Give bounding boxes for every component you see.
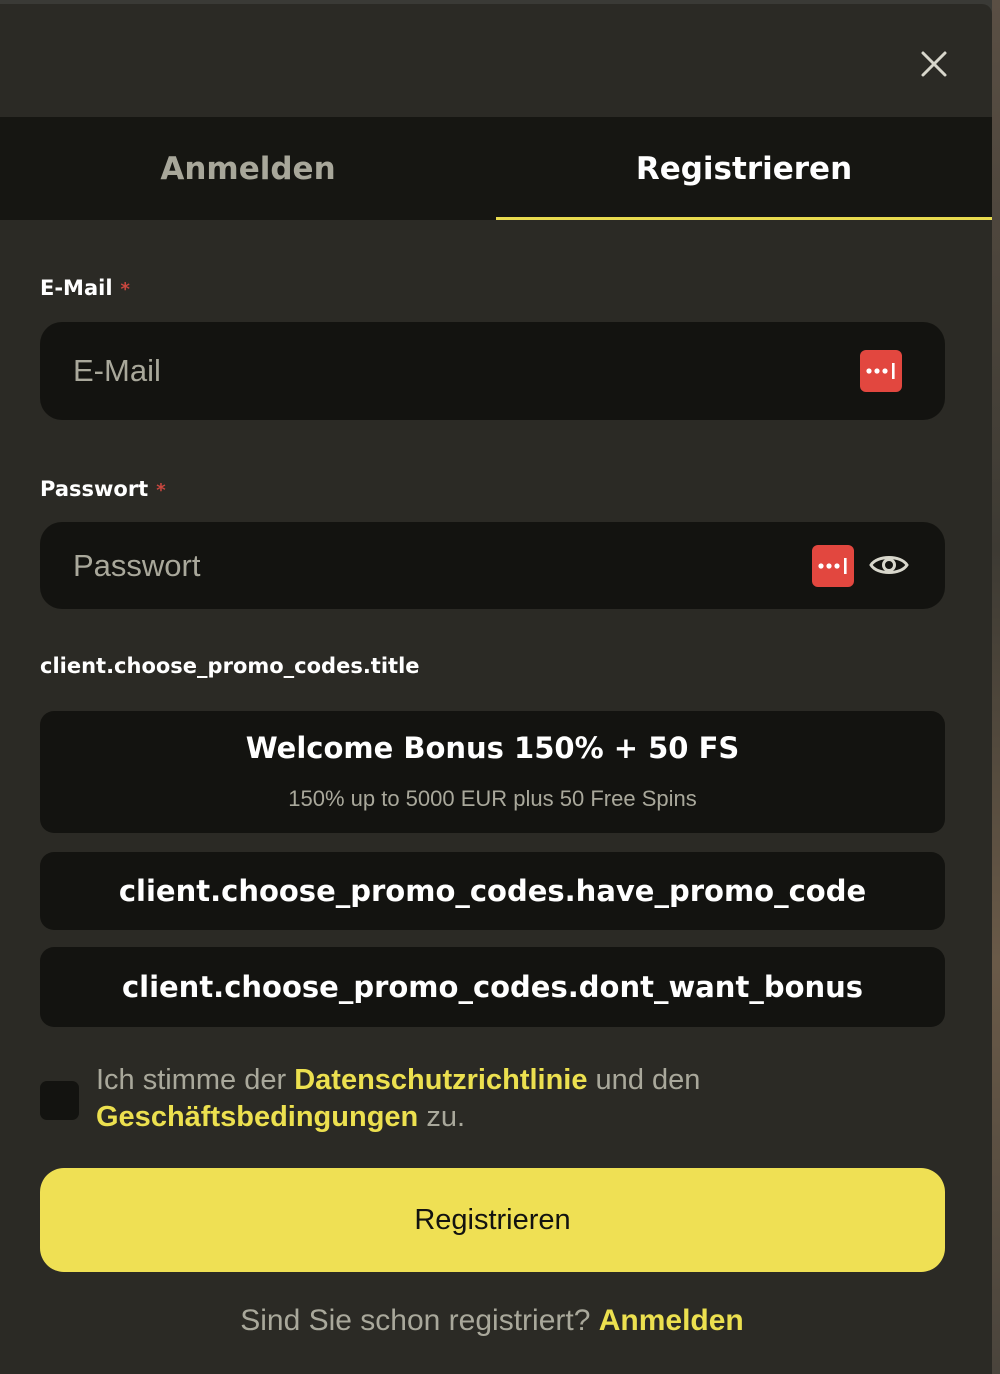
promo-option-subtitle: 150% up to 5000 EUR plus 50 Free Spins xyxy=(288,786,697,811)
close-icon xyxy=(921,51,947,77)
email-label: E-Mail * xyxy=(40,276,130,300)
registration-modal: Anmelden Registrieren E-Mail * Passwort * xyxy=(0,4,992,1374)
email-input[interactable] xyxy=(40,322,945,420)
consent-text: Ich stimme der Datenschutzrichtlinie und… xyxy=(96,1062,856,1136)
password-required-mark: * xyxy=(156,480,166,501)
terms-link[interactable]: Geschäftsbedingungen xyxy=(96,1101,418,1133)
email-required-mark: * xyxy=(120,279,130,300)
password-manager-icon xyxy=(866,363,895,379)
login-prompt-text: Sind Sie schon registriert? xyxy=(240,1304,599,1337)
register-button[interactable]: Registrieren xyxy=(40,1168,945,1272)
email-field xyxy=(40,322,945,420)
toggle-password-visibility-button[interactable] xyxy=(867,543,911,587)
password-input[interactable] xyxy=(40,522,945,609)
promo-option-title: client.choose_promo_codes.have_promo_cod… xyxy=(118,874,867,908)
consent-text-middle: und den xyxy=(587,1064,701,1096)
password-manager-icon xyxy=(818,558,847,574)
promo-section-title: client.choose_promo_codes.title xyxy=(40,654,420,678)
login-prompt: Sind Sie schon registriert? Anmelden xyxy=(0,1304,984,1338)
promo-option-no-bonus[interactable]: client.choose_promo_codes.dont_want_bonu… xyxy=(40,947,945,1027)
password-field xyxy=(40,522,945,609)
auth-tabs: Anmelden Registrieren xyxy=(0,117,992,220)
promo-option-title: client.choose_promo_codes.dont_want_bonu… xyxy=(121,970,864,1004)
promo-option-title: Welcome Bonus 150% + 50 FS xyxy=(245,731,740,765)
promo-option-have-promo-code[interactable]: client.choose_promo_codes.have_promo_cod… xyxy=(40,852,945,930)
login-link[interactable]: Anmelden xyxy=(599,1304,744,1337)
password-manager-button[interactable] xyxy=(812,545,854,587)
background-edge xyxy=(992,0,1000,1374)
consent-checkbox[interactable] xyxy=(40,1081,79,1120)
consent-text-after: zu. xyxy=(418,1101,466,1133)
promo-option-welcome-bonus[interactable]: Welcome Bonus 150% + 50 FS 150% up to 50… xyxy=(40,711,945,833)
email-label-text: E-Mail xyxy=(40,276,113,300)
tab-anmelden[interactable]: Anmelden xyxy=(0,117,496,220)
consent-text-before: Ich stimme der xyxy=(96,1064,295,1096)
password-label: Passwort * xyxy=(40,477,166,501)
email-password-manager-button[interactable] xyxy=(860,350,902,392)
password-label-text: Passwort xyxy=(40,477,149,501)
tab-registrieren[interactable]: Registrieren xyxy=(496,117,992,220)
close-button[interactable] xyxy=(914,44,954,84)
privacy-policy-link[interactable]: Datenschutzrichtlinie xyxy=(294,1064,587,1096)
eye-icon xyxy=(869,556,909,574)
